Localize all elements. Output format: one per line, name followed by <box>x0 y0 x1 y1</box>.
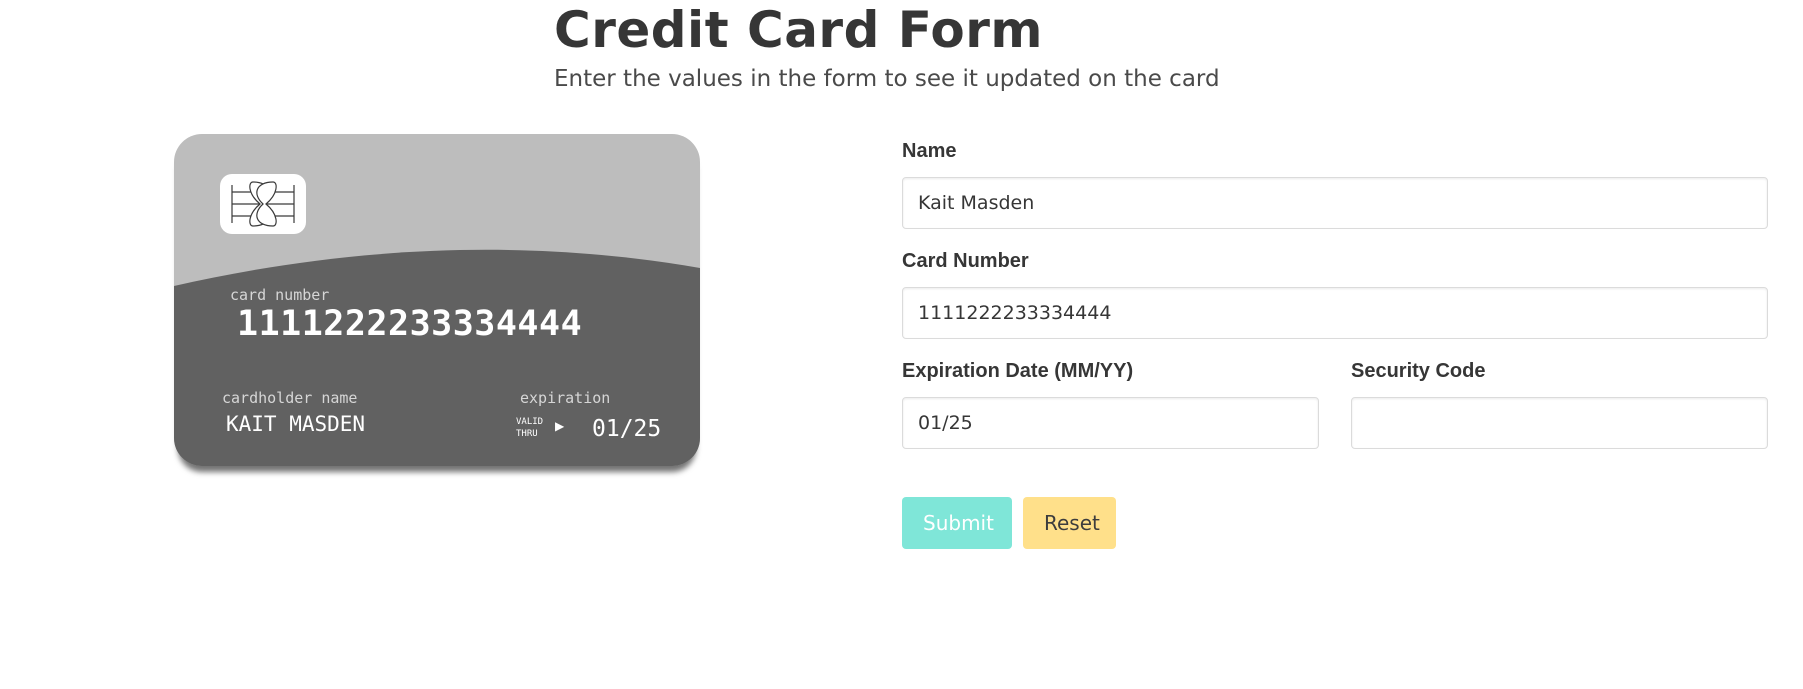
expiration-field-label: Expiration Date (MM/YY) <box>902 360 1134 382</box>
card-number-display: 1111222233334444 <box>237 304 583 344</box>
credit-card-preview: card number 1111222233334444 cardholder … <box>174 134 700 466</box>
valid-text: VALID <box>516 417 544 427</box>
card-number-label: card number <box>230 286 330 304</box>
expiration-input[interactable] <box>902 397 1319 449</box>
card-chip-icon <box>220 174 306 234</box>
page-title: Credit Card Form <box>554 1 1044 59</box>
name-field-label: Name <box>902 140 957 162</box>
arrow-right-icon: ▶ <box>555 419 565 433</box>
page-header: Credit Card Form Enter the values in the… <box>554 0 1220 94</box>
reset-button[interactable]: Reset <box>1023 497 1116 549</box>
security-code-field-label: Security Code <box>1351 360 1486 382</box>
card-body: card number 1111222233334444 cardholder … <box>174 134 700 466</box>
submit-button[interactable]: Submit <box>902 497 1012 549</box>
cardholder-name-display: KAIT MASDEN <box>226 412 366 436</box>
card-number-input[interactable] <box>902 287 1768 339</box>
cardholder-name-label: cardholder name <box>222 389 358 407</box>
card-number-field-label: Card Number <box>902 250 1029 272</box>
expiration-display: 01/25 <box>592 416 662 442</box>
thru-text: THRU <box>516 429 538 439</box>
security-code-input[interactable] <box>1351 397 1768 449</box>
expiration-label: expiration <box>520 389 611 407</box>
name-input[interactable] <box>902 177 1768 229</box>
page-subtitle: Enter the values in the form to see it u… <box>554 66 1220 92</box>
valid-thru-label: VALID THRU <box>516 416 543 440</box>
